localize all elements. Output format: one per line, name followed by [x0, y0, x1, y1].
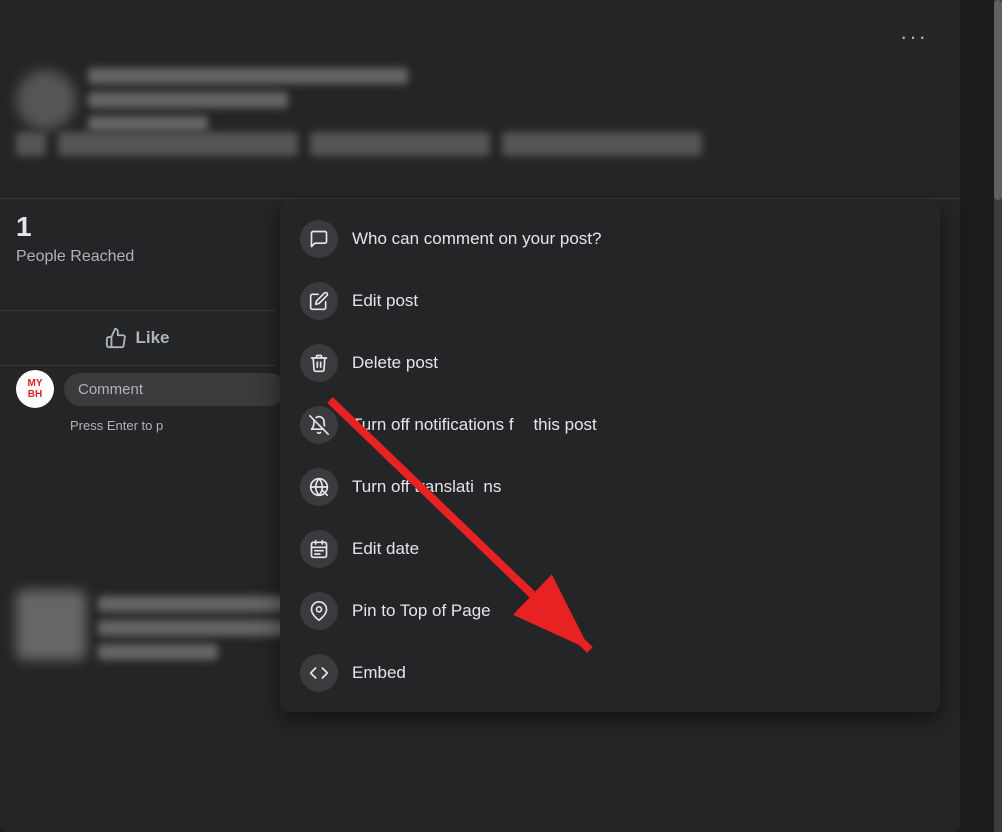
- globe-edit-icon: [300, 468, 338, 506]
- menu-label-delete-post: Delete post: [352, 353, 438, 373]
- post-header: [0, 0, 960, 200]
- blurred-icon: [16, 132, 46, 156]
- blurred-content-line2: [98, 620, 298, 636]
- comment-input[interactable]: Comment: [64, 373, 286, 406]
- commenter-initials: MY BH: [28, 378, 43, 400]
- menu-item-who-can-comment[interactable]: Who can comment on your post?: [280, 208, 940, 270]
- context-menu: Who can comment on your post? Edit post …: [280, 200, 940, 712]
- comment-area: MY BH Comment: [16, 370, 286, 408]
- menu-label-embed: Embed: [352, 663, 406, 683]
- calendar-icon: [300, 530, 338, 568]
- menu-label-turn-off-notifications: Turn off notifications for this post: [352, 415, 597, 435]
- menu-item-pin-to-top[interactable]: Pin to Top of Page: [280, 580, 940, 642]
- scrollbar[interactable]: [994, 0, 1002, 832]
- menu-label-turn-off-translations: Turn off translations: [352, 477, 501, 497]
- scrollbar-thumb[interactable]: [994, 0, 1002, 200]
- menu-item-delete-post[interactable]: Delete post: [280, 332, 940, 394]
- more-options-button[interactable]: ···: [900, 24, 928, 50]
- menu-label-edit-date: Edit date: [352, 539, 419, 559]
- post-actions-row: Like: [0, 310, 275, 366]
- post-subheader: [0, 120, 960, 168]
- like-button[interactable]: Like: [81, 319, 193, 357]
- blurred-content-line3: [98, 644, 218, 660]
- blurred-thumbnail: [16, 590, 86, 660]
- commenter-avatar: MY BH: [16, 370, 54, 408]
- like-label: Like: [135, 328, 169, 348]
- bell-off-icon: [300, 406, 338, 444]
- blurred-subtext1: [58, 132, 298, 156]
- blurred-subtext3: [502, 132, 702, 156]
- menu-item-turn-off-notifications[interactable]: Turn off notifications for this post: [280, 394, 940, 456]
- people-reached-count: 1: [16, 210, 291, 244]
- menu-item-edit-post[interactable]: Edit post: [280, 270, 940, 332]
- like-icon: [105, 327, 127, 349]
- code-icon: [300, 654, 338, 692]
- blurred-subtext2: [310, 132, 490, 156]
- menu-item-embed[interactable]: Embed: [280, 642, 940, 704]
- edit-icon: [300, 282, 338, 320]
- menu-item-turn-off-translations[interactable]: Turn off translations: [280, 456, 940, 518]
- menu-label-edit-post: Edit post: [352, 291, 418, 311]
- menu-label-who-can-comment: Who can comment on your post?: [352, 229, 601, 249]
- comment-icon: [300, 220, 338, 258]
- post-content-blurred: [16, 590, 276, 660]
- pin-icon: [300, 592, 338, 630]
- stats-section: 1 People Reached: [16, 210, 291, 266]
- trash-icon: [300, 344, 338, 382]
- menu-label-pin-to-top: Pin to Top of Page: [352, 601, 491, 621]
- divider: [0, 198, 960, 199]
- people-reached-label: People Reached: [16, 248, 291, 266]
- press-enter-hint: Press Enter to p: [70, 418, 163, 433]
- blurred-subtitle: [88, 92, 288, 108]
- blurred-name: [88, 68, 408, 84]
- menu-item-edit-date[interactable]: Edit date: [280, 518, 940, 580]
